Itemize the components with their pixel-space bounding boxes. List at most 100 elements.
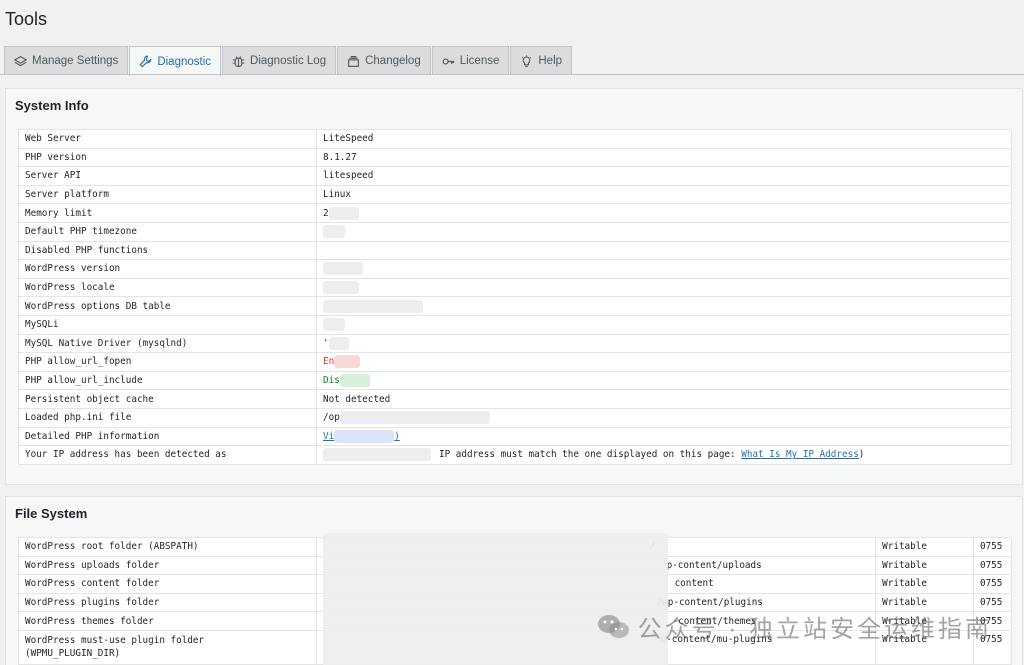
row-label: PHP allow_url_include — [18, 370, 317, 391]
row-label: Web Server — [18, 129, 317, 149]
table-row: WordPress options DB table — [18, 296, 1012, 316]
tab-help[interactable]: Help — [510, 46, 573, 75]
changelog-icon — [348, 55, 360, 67]
layers-icon — [14, 55, 27, 66]
row-value: ' — [316, 333, 1012, 354]
value-text: 2 — [323, 207, 329, 219]
redacted-value — [334, 355, 361, 369]
row-permission: 0755 — [972, 555, 1013, 576]
row-label: Server API — [18, 166, 317, 186]
row-value — [316, 259, 1012, 279]
redacted-value — [323, 281, 359, 295]
what-is-my-ip-link[interactable]: What Is My IP Address — [741, 449, 859, 460]
table-row: Detailed PHP information Vi) — [18, 426, 1012, 447]
row-label: Loaded php.ini file — [18, 407, 317, 428]
row-value: /op — [316, 407, 1012, 428]
tabs-divider — [0, 74, 1024, 75]
row-value: Linux — [316, 184, 1012, 205]
tab-diagnostic[interactable]: Diagnostic — [129, 46, 222, 76]
tab-changelog[interactable]: Changelog — [337, 46, 431, 75]
row-label: Memory limit — [18, 203, 317, 223]
wechat-logo-icon — [597, 614, 629, 638]
redacted-value — [339, 374, 370, 388]
row-label: MySQLi — [18, 314, 317, 335]
table-row: Memory limit 2 — [18, 203, 1012, 223]
row-status: Writable — [875, 555, 974, 576]
row-permission: 0755 — [972, 574, 1013, 594]
tab-diagnostic-log[interactable]: Diagnostic Log — [222, 46, 337, 75]
table-row: Default PHP timezone — [18, 221, 1012, 242]
value-tail: ) — [858, 449, 865, 461]
redacted-value — [323, 318, 345, 332]
row-permission: 0755 — [972, 537, 1013, 557]
row-label: Your IP address has been detected as — [18, 445, 317, 465]
row-status: Writable — [875, 537, 974, 557]
row-status: Writable — [875, 574, 974, 594]
tab-license[interactable]: License — [431, 46, 510, 75]
bug-icon — [232, 55, 245, 67]
row-label: WordPress root folder (ABSPATH) — [18, 537, 317, 557]
watermark-text: 公众号 · 独立站安全运维指南 — [637, 616, 992, 643]
row-label: PHP version — [18, 147, 317, 168]
php-info-link[interactable]: Vi — [323, 431, 334, 442]
page-title: Tools — [5, 9, 48, 29]
table-row: Persistent object cache Not detected — [18, 389, 1012, 409]
row-label-line1: WordPress must-use plugin folder — [25, 635, 205, 647]
row-value — [316, 277, 1012, 298]
row-label: WordPress must-use plugin folder (WPMU_PL… — [18, 629, 317, 665]
tab-label: Manage Settings — [32, 55, 119, 67]
table-row: PHP allow_url_fopen En — [18, 352, 1012, 372]
tab-bar: Manage Settings Diagnostic Diagnostic Lo… — [4, 46, 573, 76]
row-value — [316, 314, 1012, 335]
table-row: WordPress version — [18, 259, 1012, 279]
row-value: Vi) — [316, 426, 1012, 447]
row-value: IP address must match the one displayed … — [316, 445, 1012, 465]
table-row: Your IP address has been detected as IP a… — [18, 445, 1012, 465]
table-row: WordPress locale — [18, 277, 1012, 298]
row-label: Default PHP timezone — [18, 221, 317, 242]
row-label: PHP allow_url_fopen — [18, 352, 317, 372]
key-icon — [442, 57, 454, 65]
row-label: Persistent object cache — [18, 389, 317, 409]
tab-manage-settings[interactable]: Manage Settings — [4, 46, 129, 75]
redacted-value — [339, 411, 490, 425]
redacted-value — [328, 206, 359, 220]
system-info-panel: System Info Web Server LiteSpeed PHP vers… — [5, 88, 1023, 485]
redacted-paths — [323, 533, 668, 665]
tab-label: Diagnostic — [157, 55, 212, 68]
row-value: LiteSpeed — [316, 129, 1012, 149]
row-label: WordPress uploads folder — [18, 555, 317, 576]
table-row: MySQLi — [18, 314, 1012, 335]
row-value — [316, 296, 1012, 316]
row-label: WordPress content folder — [18, 574, 317, 594]
value-text: Dis — [323, 375, 340, 387]
row-value: litespeed — [316, 166, 1012, 186]
redacted-value — [323, 225, 345, 239]
table-row: Disabled PHP functions — [18, 240, 1012, 261]
row-label: WordPress version — [18, 259, 317, 279]
row-label: Detailed PHP information — [18, 426, 317, 447]
row-value: Dis — [316, 370, 1012, 391]
redacted-value — [323, 262, 363, 276]
table-row: PHP version 8.1.27 — [18, 147, 1012, 168]
redacted-value — [323, 448, 431, 462]
php-info-link-tail[interactable]: ) — [394, 431, 400, 442]
file-system-heading: File System — [15, 506, 88, 521]
row-label: Server platform — [18, 184, 317, 205]
row-label: WordPress themes folder — [18, 611, 317, 631]
value-text: En — [323, 356, 335, 368]
row-value: En — [316, 352, 1012, 372]
row-label: WordPress locale — [18, 277, 317, 298]
value-text: ' — [323, 337, 329, 349]
watermark: 公众号 · 独立站安全运维指南 — [596, 609, 992, 644]
redacted-value — [328, 336, 349, 350]
row-value: Not detected — [316, 389, 1012, 409]
table-row: Loaded php.ini file/op — [18, 407, 1012, 428]
row-label-line2: (WPMU_PLUGIN_DIR) — [25, 648, 121, 660]
tab-label: Help — [538, 55, 563, 67]
row-label: WordPress plugins folder — [18, 592, 317, 613]
system-info-table: Web Server LiteSpeed PHP version 8.1.27 Se… — [18, 129, 1012, 465]
row-label: WordPress options DB table — [18, 296, 317, 316]
redacted-value — [323, 299, 423, 313]
table-row: Server platform Linux — [18, 184, 1012, 205]
